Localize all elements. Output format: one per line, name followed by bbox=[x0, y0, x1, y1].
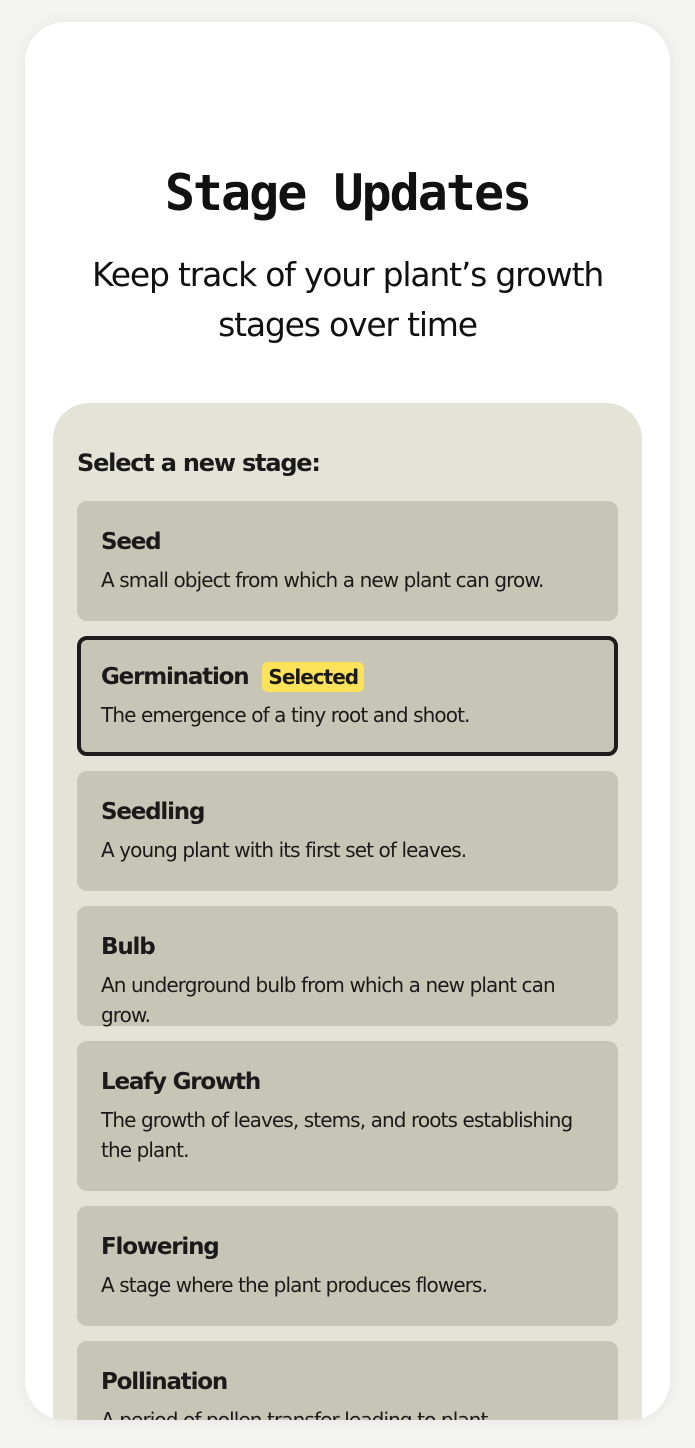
stage-option-germination[interactable]: Germination Selected The emergence of a … bbox=[77, 636, 618, 756]
stage-name: Seed bbox=[101, 529, 162, 555]
stage-header: Seed bbox=[101, 525, 594, 559]
stage-header: Seedling bbox=[101, 795, 594, 829]
stage-description: The emergence of a tiny root and shoot. bbox=[101, 703, 470, 727]
stage-header: Germination Selected bbox=[101, 660, 594, 694]
stage-description: A young plant with its first set of leav… bbox=[101, 838, 467, 862]
stage-header: Bulb bbox=[101, 930, 594, 964]
stage-name: Bulb bbox=[101, 934, 156, 960]
stage-header: Flowering bbox=[101, 1230, 594, 1264]
page-title: Stage Updates bbox=[164, 164, 532, 222]
stage-option-flowering[interactable]: Flowering A stage where the plant produc… bbox=[77, 1206, 618, 1326]
stage-name: Pollination bbox=[101, 1369, 228, 1395]
stage-header: Leafy Growth bbox=[101, 1065, 594, 1099]
stage-description: A period of pollen transfer leading to p… bbox=[101, 1408, 488, 1420]
stage-selection-panel: Select a new stage: Seed A small object … bbox=[53, 403, 642, 1420]
stage-name: Seedling bbox=[101, 799, 205, 825]
stage-description: An underground bulb from which a new pla… bbox=[101, 973, 556, 1027]
panel-heading: Select a new stage: bbox=[77, 449, 321, 477]
stage-description: A stage where the plant produces flowers… bbox=[101, 1273, 488, 1297]
stage-option-seedling[interactable]: Seedling A young plant with its first se… bbox=[77, 771, 618, 891]
stage-option-bulb[interactable]: Bulb An underground bulb from which a ne… bbox=[77, 906, 618, 1027]
selected-badge: Selected bbox=[262, 662, 365, 692]
stage-name: Flowering bbox=[101, 1234, 220, 1260]
stage-description: The growth of leaves, stems, and roots e… bbox=[101, 1108, 573, 1162]
stage-option-seed[interactable]: Seed A small object from which a new pla… bbox=[77, 501, 618, 621]
stage-description: A small object from which a new plant ca… bbox=[101, 568, 544, 592]
app-screen: Stage Updates Keep track of your plant’s… bbox=[25, 22, 670, 1420]
stage-option-pollination[interactable]: Pollination A period of pollen transfer … bbox=[77, 1341, 618, 1420]
page-subtitle: Keep track of your plant’s growth stages… bbox=[91, 255, 604, 344]
stage-name: Leafy Growth bbox=[101, 1069, 261, 1095]
stage-header: Pollination bbox=[101, 1365, 594, 1399]
stage-option-leafy-growth[interactable]: Leafy Growth The growth of leaves, stems… bbox=[77, 1041, 618, 1191]
stage-name: Germination bbox=[101, 664, 250, 690]
